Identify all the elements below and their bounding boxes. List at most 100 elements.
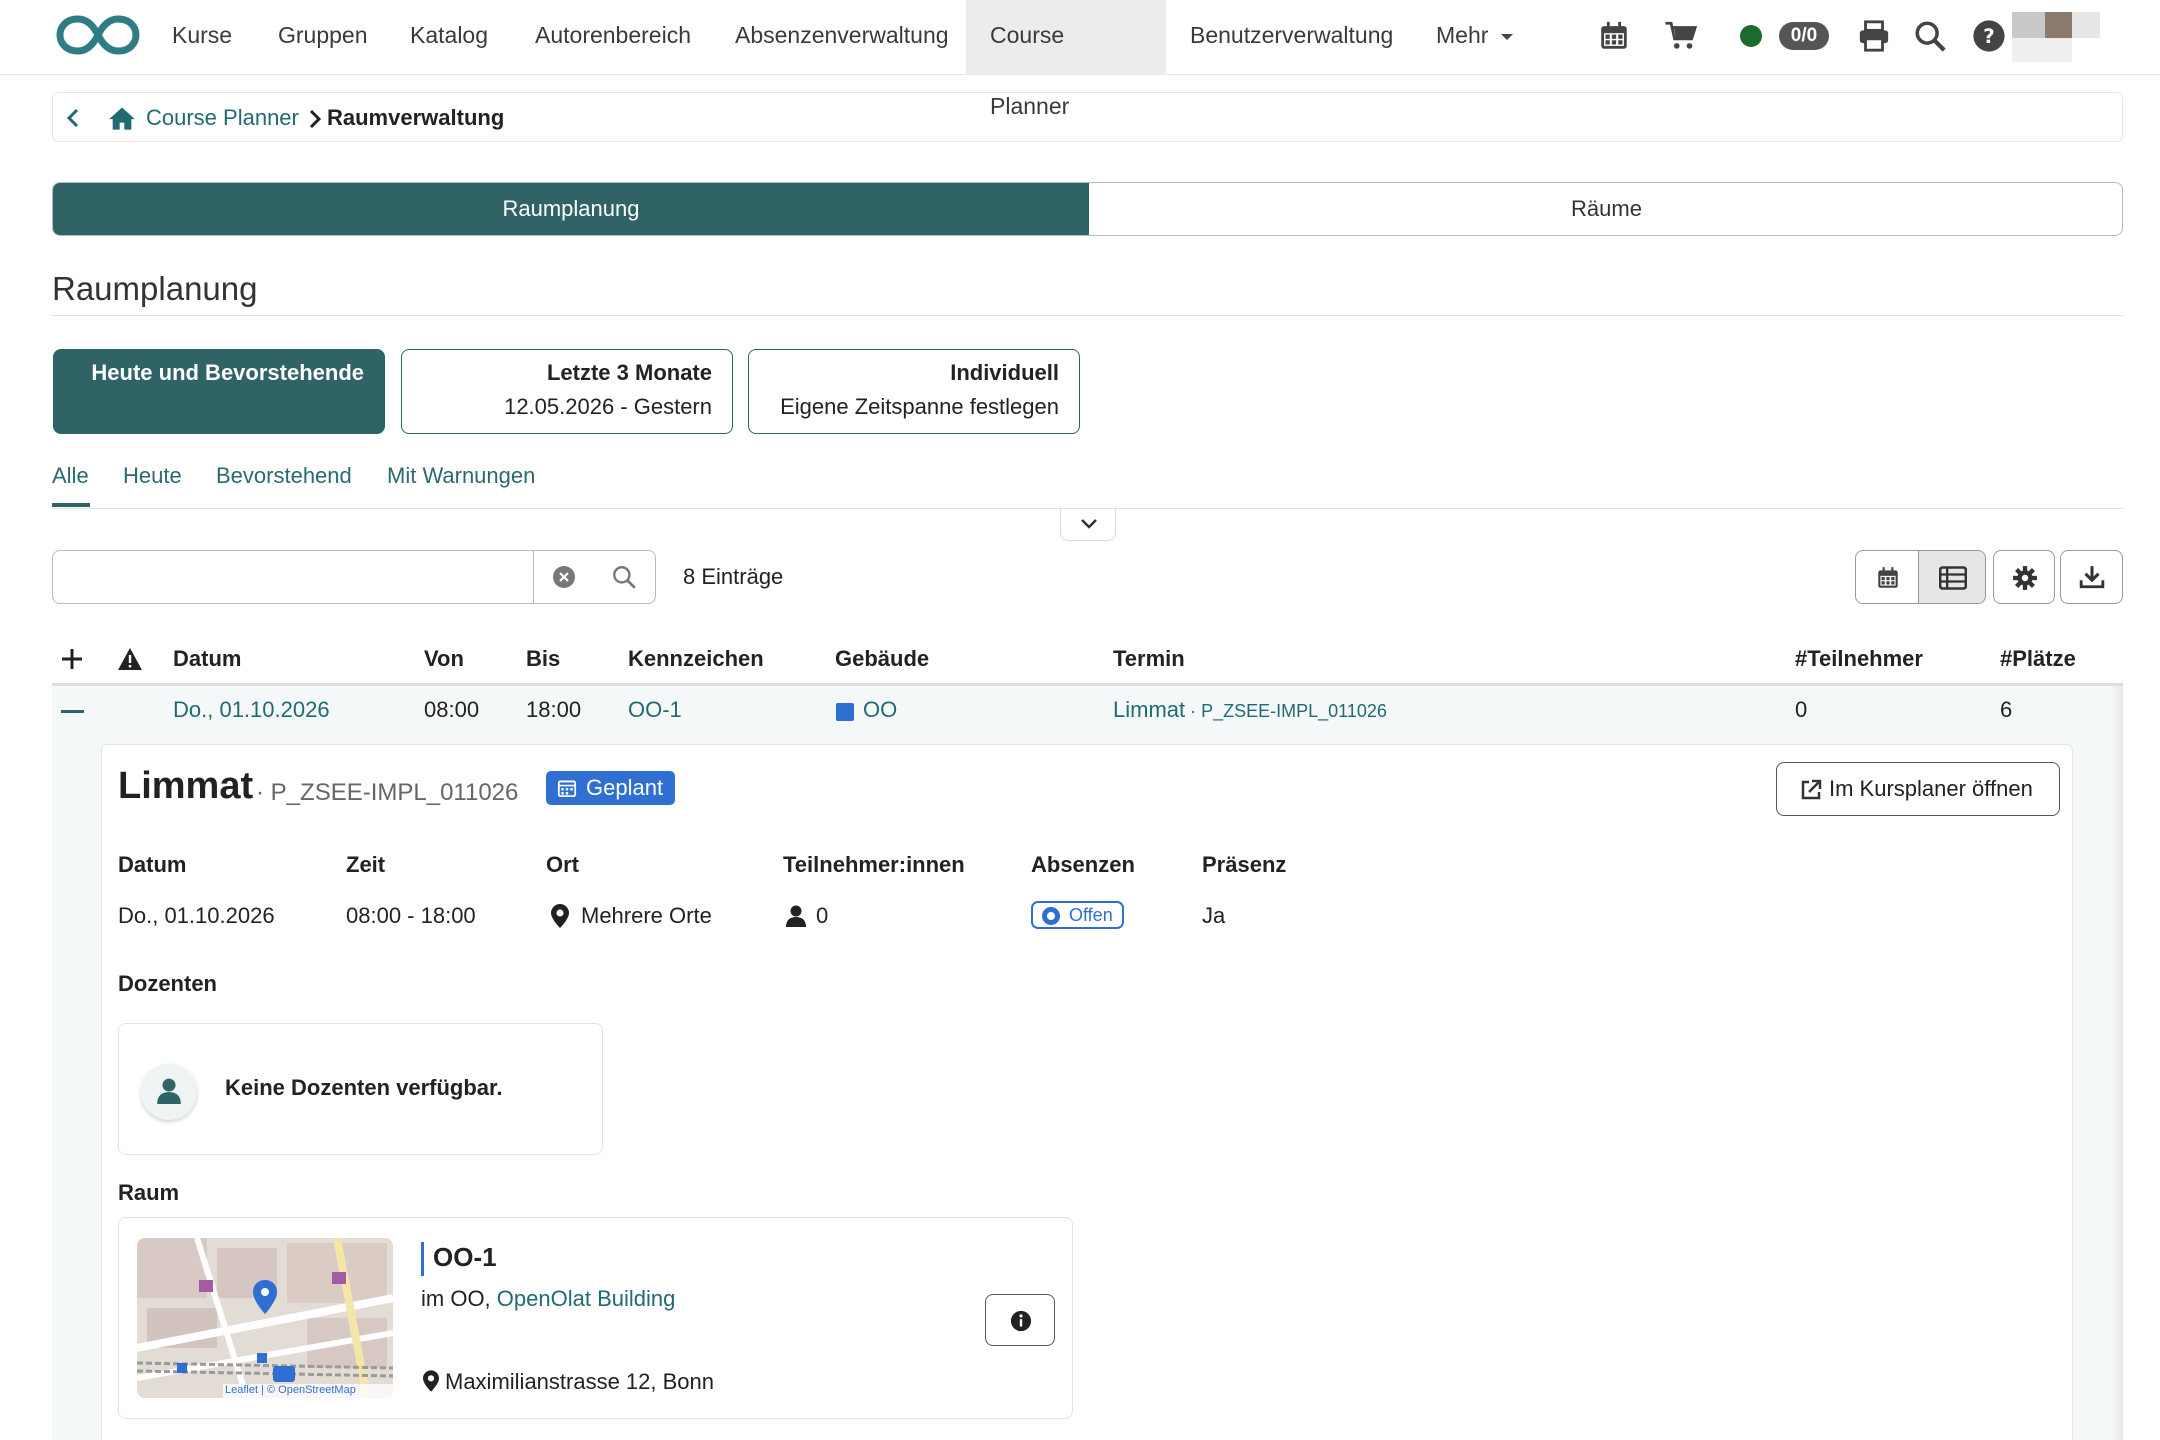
value-praesenz: Ja (1202, 903, 1226, 928)
online-status-icon[interactable] (1740, 25, 1762, 47)
nav-kurse[interactable]: Kurse (148, 0, 256, 75)
expand-all-icon[interactable] (60, 647, 84, 671)
col-plaetze[interactable]: #Plätze (2000, 646, 2076, 672)
absenzen-badge: Offen (1031, 901, 1124, 929)
room-name: OO-1 (433, 1242, 497, 1272)
nav-absenzenverwaltung[interactable]: Absenzenverwaltung (711, 0, 973, 75)
col-von[interactable]: Von (424, 646, 464, 672)
search-icon[interactable] (611, 564, 637, 590)
gear-icon (2012, 565, 2038, 591)
row-datum[interactable]: Do., 01.10.2026 (173, 697, 330, 723)
back-chevron-icon[interactable] (65, 107, 81, 129)
avatar[interactable] (2012, 12, 2100, 62)
status-badge-label: Geplant (586, 775, 664, 800)
col-gebaeude[interactable]: Gebäude (835, 646, 929, 672)
preset-letzte-3-monate[interactable]: Letzte 3 Monate 12.05.2026 - Gestern (401, 349, 733, 434)
location-pin-icon (423, 1370, 439, 1392)
no-dozenten-text: Keine Dozenten verfügbar. (225, 1075, 503, 1100)
room-address: Maximilianstrasse 12, Bonn (445, 1369, 715, 1394)
nav-mehr-label: Mehr (1436, 22, 1489, 48)
row-kennzeichen[interactable]: OO-1 (628, 697, 682, 723)
nav-katalog[interactable]: Katalog (386, 0, 512, 75)
entries-count: 8 Einträge (683, 564, 784, 589)
room-map[interactable]: Leaflet | © OpenStreetMap (137, 1238, 393, 1398)
chevron-down-icon (1080, 518, 1098, 530)
calendar-icon[interactable] (1597, 19, 1631, 53)
preset-title: Individuell (950, 360, 1059, 385)
col-bis[interactable]: Bis (526, 646, 560, 672)
active-tab-indicator (52, 503, 90, 507)
notification-count-badge[interactable]: 0/0 (1779, 22, 1829, 50)
help-icon[interactable]: ? (1972, 19, 2006, 53)
list-view-button[interactable] (1918, 550, 1986, 604)
col-datum[interactable]: Datum (173, 646, 241, 672)
value-teilnehmer: 0 (816, 903, 829, 928)
row-edge-shadow (2110, 686, 2123, 1440)
cart-icon[interactable] (1664, 19, 1698, 53)
preset-heute-bevorstehende[interactable]: Heute und Bevorstehende (53, 349, 385, 434)
nav-mehr[interactable]: Mehr (1412, 0, 1537, 75)
tab-heute[interactable]: Heute (123, 463, 182, 489)
clear-icon[interactable] (552, 565, 576, 589)
list-icon (1939, 565, 1967, 591)
user-icon (786, 905, 806, 927)
caret-down-icon (1500, 33, 1513, 40)
tab-bevorstehend[interactable]: Bevorstehend (216, 463, 352, 489)
value-ort: Mehrere Orte (581, 903, 712, 928)
room-in-text: im OO, (421, 1286, 491, 1311)
home-icon[interactable] (108, 105, 136, 131)
col-teilnehmer[interactable]: #Teilnehmer (1795, 646, 1923, 672)
segment-raeume[interactable]: Räume (1089, 183, 2122, 235)
row-plaetze: 6 (2000, 697, 2013, 722)
expand-filters-button[interactable] (1060, 509, 1116, 541)
location-pin-icon (551, 904, 569, 928)
logo-icon[interactable] (56, 13, 140, 57)
value-datum: Do., 01.10.2026 (118, 903, 275, 928)
building-color-swatch (836, 703, 854, 721)
row-teilnehmer: 0 (1795, 697, 1808, 722)
col-kennzeichen[interactable]: Kennzeichen (628, 646, 764, 672)
room-color-bar (421, 1242, 424, 1276)
row-termin[interactable]: Limmat · P_ZSEE-IMPL_011026 (1113, 697, 1387, 723)
nav-benutzerverwaltung[interactable]: Benutzerverwaltung (1166, 0, 1417, 75)
label-zeit: Zeit (346, 852, 386, 877)
nav-autorenbereich[interactable]: Autorenbereich (511, 0, 715, 75)
row-termin-code[interactable]: P_ZSEE-IMPL_011026 (1201, 701, 1387, 721)
col-termin[interactable]: Termin (1113, 646, 1185, 672)
segment-raumplanung[interactable]: Raumplanung (53, 183, 1089, 235)
row-termin-title[interactable]: Limmat (1113, 697, 1185, 722)
preset-individuell[interactable]: Individuell Eigene Zeitspanne festlegen (748, 349, 1080, 434)
row-bis: 18:00 (526, 697, 582, 722)
calendar-view-button[interactable] (1855, 550, 1919, 604)
segmented-control: Raumplanung Räume (52, 182, 2123, 236)
open-in-planner-button[interactable]: Im Kursplaner öffnen (1776, 762, 2060, 816)
search-icon[interactable] (1913, 19, 1947, 53)
download-button[interactable] (2060, 550, 2123, 604)
search-input[interactable] (53, 551, 533, 603)
download-icon (2079, 564, 2105, 590)
nav-course-planner[interactable]: Course Planner (966, 0, 1166, 119)
row-gebaeude[interactable]: OO (863, 697, 897, 723)
nav-gruppen[interactable]: Gruppen (254, 0, 392, 75)
settings-button[interactable] (1993, 550, 2055, 604)
person-placeholder-icon (141, 1064, 197, 1120)
tab-alle[interactable]: Alle (52, 463, 89, 489)
collapse-row-icon[interactable] (61, 710, 84, 713)
row-von: 08:00 (424, 697, 480, 722)
room-location: im OO, OpenOlat Building (421, 1286, 675, 1312)
dozenten-card: Keine Dozenten verfügbar. (118, 1023, 603, 1155)
dozenten-heading: Dozenten (118, 971, 217, 996)
room-info-button[interactable] (985, 1294, 1055, 1346)
breadcrumb: Course Planner Raumverwaltung (52, 92, 2123, 142)
tab-mit-warnungen[interactable]: Mit Warnungen (387, 463, 535, 489)
info-icon (1010, 1310, 1032, 1332)
map-attribution[interactable]: Leaflet | © OpenStreetMap (225, 1384, 356, 1396)
divider (52, 315, 2123, 316)
print-icon[interactable] (1857, 19, 1891, 53)
room-card: Leaflet | © OpenStreetMap OO-1 im OO, Op… (118, 1217, 1073, 1419)
breadcrumb-course-planner[interactable]: Course Planner (146, 105, 299, 131)
room-building-link[interactable]: OpenOlat Building (497, 1286, 676, 1311)
label-praesenz: Präsenz (1202, 852, 1287, 877)
code-separator: · (256, 779, 264, 806)
preset-title: Letzte 3 Monate (546, 360, 712, 385)
